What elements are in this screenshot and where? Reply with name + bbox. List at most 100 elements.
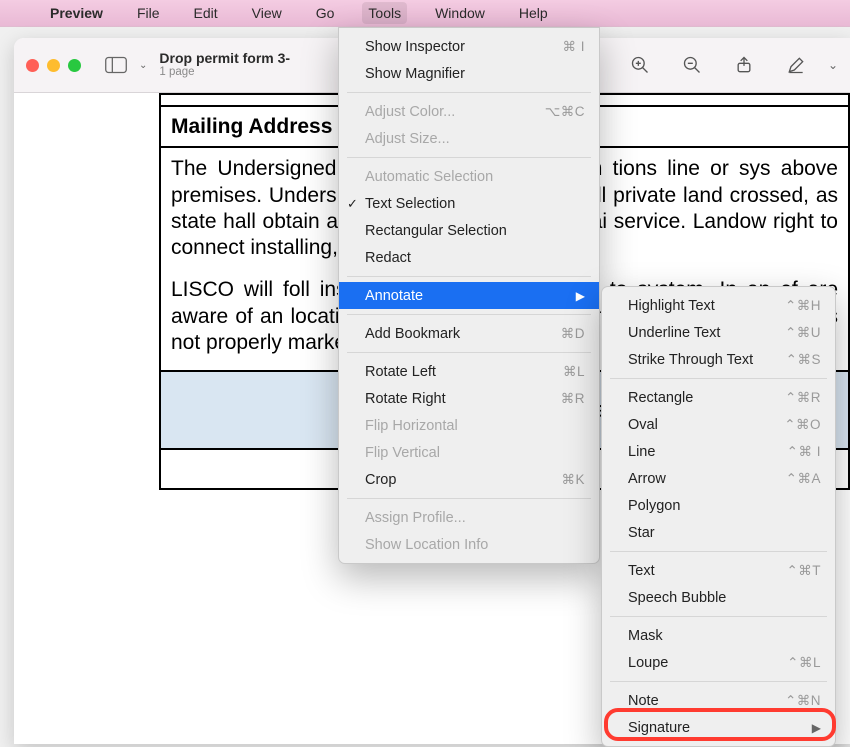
zoom-in-button[interactable] [620, 45, 660, 85]
menu-item-signature[interactable]: Signature ▶ [602, 714, 835, 741]
shortcut-label: ⌘K [531, 472, 585, 488]
menu-item-add-bookmark[interactable]: Add Bookmark⌘D [339, 320, 599, 347]
menu-item-rectangle[interactable]: Rectangle⌃⌘R [602, 384, 835, 411]
annotate-submenu: Highlight Text ⌃⌘H Underline Text⌃⌘U Stri… [601, 286, 836, 747]
menu-item-label: Highlight Text [628, 298, 715, 314]
menu-item-rotate-right[interactable]: Rotate Right⌘R [339, 385, 599, 412]
menu-item-label: Show Magnifier [365, 66, 465, 82]
menu-help[interactable]: Help [513, 2, 554, 24]
system-menubar: Preview File Edit View Go Tools Window H… [0, 0, 850, 27]
submenu-arrow-icon: ▶ [546, 289, 585, 303]
menu-edit[interactable]: Edit [188, 2, 224, 24]
shortcut-label: ⌃⌘O [754, 417, 821, 433]
menu-item-show-inspector[interactable]: Show Inspector⌘ I [339, 33, 599, 60]
document-title-block[interactable]: Drop permit form 3- 1 page [159, 50, 290, 79]
menu-separator [347, 314, 591, 315]
menu-item-show-magnifier[interactable]: Show Magnifier [339, 60, 599, 87]
menu-view[interactable]: View [246, 2, 288, 24]
menu-item-label: Adjust Size... [365, 131, 450, 147]
menu-item-label: Redact [365, 250, 411, 266]
menu-item-star[interactable]: Star [602, 519, 835, 546]
menu-item-label: Text [628, 563, 655, 579]
menu-file[interactable]: File [131, 2, 166, 24]
menu-item-highlight-text[interactable]: Highlight Text ⌃⌘H [602, 292, 835, 319]
shortcut-label: ⌃⌘R [755, 390, 821, 406]
menu-separator [610, 681, 827, 682]
zoom-button[interactable] [68, 59, 81, 72]
mailing-address-label: Mailing Address [171, 115, 332, 138]
menu-item-label: Rotate Left [365, 364, 436, 380]
zoom-out-button[interactable] [672, 45, 712, 85]
menu-item-rotate-left[interactable]: Rotate Left ⌘L [339, 358, 599, 385]
menu-item-underline-text[interactable]: Underline Text⌃⌘U [602, 319, 835, 346]
menu-item-flip-horizontal: Flip Horizontal [339, 412, 599, 439]
app-menu[interactable]: Preview [44, 2, 109, 24]
menu-item-text-selection[interactable]: ✓Text Selection [339, 190, 599, 217]
menu-item-text[interactable]: Text ⌃⌘T [602, 557, 835, 584]
menu-item-label: Assign Profile... [365, 510, 466, 526]
menu-item-label: Rectangular Selection [365, 223, 507, 239]
menu-separator [347, 276, 591, 277]
menu-item-label: Signature [628, 720, 690, 736]
menu-item-strike-through-text[interactable]: Strike Through Text⌃⌘S [602, 346, 835, 373]
menu-item-label: Crop [365, 472, 396, 488]
menu-item-annotate[interactable]: Annotate▶ [339, 282, 599, 309]
submenu-arrow-icon: ▶ [782, 721, 821, 735]
shortcut-label: ⌘R [531, 391, 585, 407]
menu-separator [347, 498, 591, 499]
shortcut-label: ⌃⌘T [756, 563, 821, 579]
sidebar-menu-chevron-icon[interactable]: ⌄ [139, 60, 147, 71]
menu-item-automatic-selection: Automatic Selection [339, 163, 599, 190]
shortcut-label: ⌃⌘H [755, 298, 821, 314]
shortcut-label: ⌃⌘A [756, 471, 821, 487]
menu-item-speech-bubble[interactable]: Speech Bubble [602, 584, 835, 611]
markup-button[interactable] [776, 45, 816, 85]
shortcut-label: ⌃⌘S [756, 352, 821, 368]
menu-item-oval[interactable]: Oval⌃⌘O [602, 411, 835, 438]
menu-item-assign-profile: Assign Profile... [339, 504, 599, 531]
shortcut-label: ⌘D [531, 326, 585, 342]
close-button[interactable] [26, 59, 39, 72]
menu-item-loupe[interactable]: Loupe⌃⌘L [602, 649, 835, 676]
menu-item-label: Flip Horizontal [365, 418, 458, 434]
menu-item-label: Line [628, 444, 655, 460]
shortcut-label: ⌃⌘U [755, 325, 821, 341]
sidebar-icon [105, 56, 127, 74]
menu-item-line[interactable]: Line ⌃⌘ I [602, 438, 835, 465]
menu-item-redact[interactable]: Redact [339, 244, 599, 271]
toolbar-overflow-chevron-icon[interactable]: ⌄ [828, 58, 838, 72]
shortcut-label: ⌥⌘C [515, 104, 585, 120]
menu-item-polygon[interactable]: Polygon [602, 492, 835, 519]
shortcut-label: ⌃⌘ I [757, 444, 821, 460]
shortcut-label: ⌃⌘L [757, 655, 821, 671]
menu-separator [347, 157, 591, 158]
menu-separator [610, 378, 827, 379]
menu-item-arrow[interactable]: Arrow ⌃⌘A [602, 465, 835, 492]
menu-item-adjust-color: Adjust Color...⌥⌘C [339, 98, 599, 125]
menu-window[interactable]: Window [429, 2, 491, 24]
menu-item-label: Show Location Info [365, 537, 488, 553]
menu-separator [347, 92, 591, 93]
zoom-out-icon [682, 55, 702, 75]
menu-item-crop[interactable]: Crop ⌘K [339, 466, 599, 493]
menu-item-label: Star [628, 525, 655, 541]
menu-item-label: Note [628, 693, 659, 709]
menu-tools[interactable]: Tools [362, 2, 407, 24]
menu-go[interactable]: Go [310, 2, 341, 24]
menu-item-rectangular-selection[interactable]: Rectangular Selection [339, 217, 599, 244]
window-controls [26, 59, 81, 72]
menu-item-show-location-info: Show Location Info [339, 531, 599, 558]
menu-item-note[interactable]: Note⌃⌘N [602, 687, 835, 714]
menu-item-label: Text Selection [365, 196, 455, 212]
menu-item-mask[interactable]: Mask [602, 622, 835, 649]
sidebar-toggle-button[interactable] [99, 51, 133, 79]
shortcut-label: ⌘L [533, 364, 585, 380]
minimize-button[interactable] [47, 59, 60, 72]
menu-item-label: Automatic Selection [365, 169, 493, 185]
share-button[interactable] [724, 45, 764, 85]
menu-item-flip-vertical: Flip Vertical [339, 439, 599, 466]
menu-item-adjust-size: Adjust Size... [339, 125, 599, 152]
menu-item-label: Show Inspector [365, 39, 465, 55]
menu-item-label: Speech Bubble [628, 590, 726, 606]
menu-item-label: Arrow [628, 471, 666, 487]
